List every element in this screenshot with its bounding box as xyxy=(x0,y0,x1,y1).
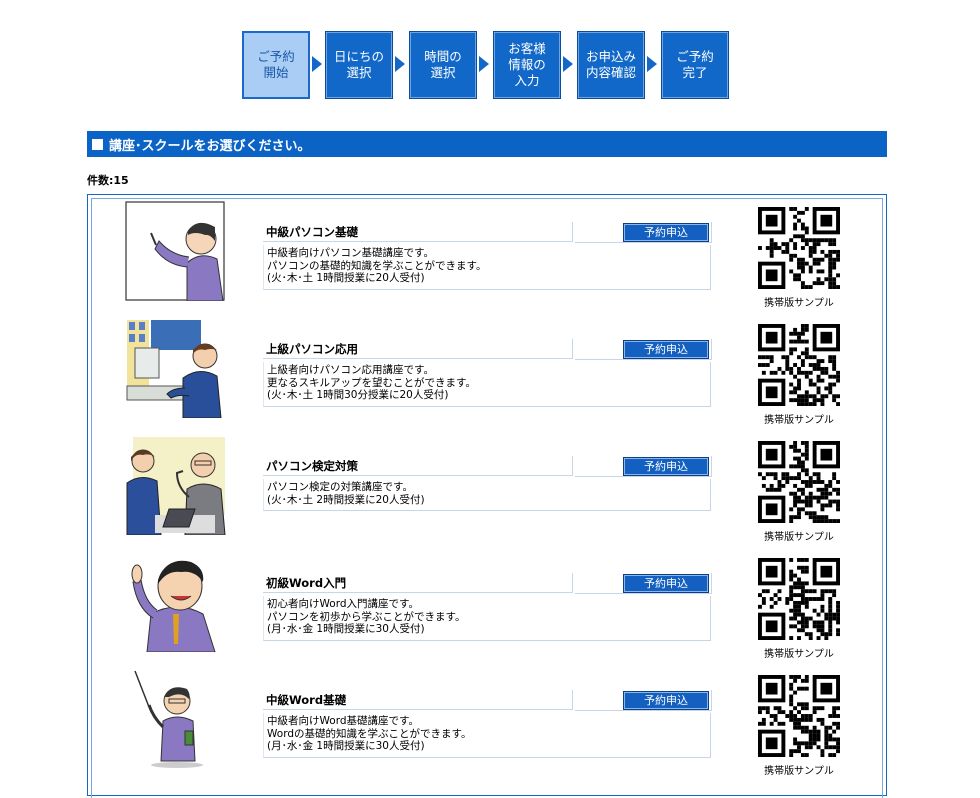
qr-label: 携帯版サンプル xyxy=(764,649,834,660)
list-item: 初級Word入門 予約申込 初心者向けWord入門講座です。 パソコンを初歩から… xyxy=(88,546,886,660)
qr-code-icon[interactable] xyxy=(758,675,840,757)
desc-line: (火･木･土 1時間授業に20人受付) xyxy=(267,272,425,284)
course-description: 中級者向けWord基礎講座です。 Wordの基礎的知識を学ぶことができます。 (… xyxy=(263,713,711,758)
desc-line: 上級者向けパソコン応用講座です。 xyxy=(267,364,434,376)
course-title: 中級Word基礎 xyxy=(263,690,573,710)
qr-code-icon[interactable] xyxy=(758,558,840,640)
qr-label: 携帯版サンプル xyxy=(764,766,834,777)
course-list: 中級パソコン基礎 予約申込 中級者向けパソコン基礎講座です。 パソコンの基礎的知… xyxy=(87,194,887,798)
course-title: 中級パソコン基礎 xyxy=(263,222,573,242)
instructor-pointing-up-image xyxy=(125,552,227,652)
step-arrow-icon xyxy=(479,56,489,72)
step-arrow-icon xyxy=(312,56,322,72)
step-arrow-icon xyxy=(395,56,405,72)
desc-line: (火･木･土 2時間授業に20人受付) xyxy=(267,493,425,506)
qr-label: 携帯版サンプル xyxy=(764,298,834,309)
reserve-button[interactable]: 予約申込 xyxy=(623,340,709,359)
course-description: 上級者向けパソコン応用講座です。 更なるスキルアップを望むことができます。 (火… xyxy=(263,362,711,407)
office-worker-at-computer-image xyxy=(125,318,227,418)
qr-code-icon[interactable] xyxy=(758,441,840,523)
list-item: 中級パソコン基礎 予約申込 中級者向けパソコン基礎講座です。 パソコンの基礎的知… xyxy=(88,195,886,309)
list-item: パソコン検定対策 予約申込 パソコン検定の対策講座です。 (火･木･土 2時間授… xyxy=(88,429,886,543)
reserve-button[interactable]: 予約申込 xyxy=(623,691,709,710)
course-title: パソコン検定対策 xyxy=(263,456,573,476)
desc-line: 中級者向けパソコン基礎講座です。 xyxy=(267,247,434,259)
course-info: 上級パソコン応用 予約申込 上級者向けパソコン応用講座です。 更なるスキルアップ… xyxy=(263,339,713,407)
reserve-button[interactable]: 予約申込 xyxy=(623,574,709,593)
list-item: 中級Word基礎 予約申込 中級者向けWord基礎講座です。 Wordの基礎的知… xyxy=(88,663,886,777)
qr-code-icon[interactable] xyxy=(758,324,840,406)
square-bullet-icon xyxy=(92,138,103,150)
desc-line: 初心者向けWord入門講座です。 xyxy=(267,598,419,610)
teacher-at-whiteboard-image xyxy=(125,201,225,301)
lecturer-with-pointer-image xyxy=(125,669,227,769)
qr-code-icon[interactable] xyxy=(758,207,840,289)
desc-line: (火･木･土 1時間30分授業に20人受付) xyxy=(267,389,449,401)
course-info: 初級Word入門 予約申込 初心者向けWord入門講座です。 パソコンを初歩から… xyxy=(263,573,713,641)
desc-line: パソコンを初歩から学ぶことができます。 xyxy=(267,610,466,623)
step-arrow-icon xyxy=(647,56,657,72)
desc-line: 更なるスキルアップを望むことができます。 xyxy=(267,376,476,389)
step-start: ご予約 開始 xyxy=(242,31,310,99)
course-description: パソコン検定の対策講座です。 (火･木･土 2時間授業に20人受付) xyxy=(263,479,711,511)
reserve-button[interactable]: 予約申込 xyxy=(623,457,709,476)
desc-line: (月･水･金 1時間授業に30人受付) xyxy=(267,740,425,752)
desc-line: Wordの基礎的知識を学ぶことができます。 xyxy=(267,727,472,740)
course-title: 上級パソコン応用 xyxy=(263,339,573,359)
course-description: 初心者向けWord入門講座です。 パソコンを初歩から学ぶことができます。 (月･… xyxy=(263,596,711,641)
result-count: 件数:15 xyxy=(87,174,129,187)
qr-label: 携帯版サンプル xyxy=(764,415,834,426)
section-title: 講座･スクールをお選びください。 xyxy=(109,138,311,154)
step-confirm: お申込み 内容確認 xyxy=(577,31,645,99)
list-item: 上級パソコン応用 予約申込 上級者向けパソコン応用講座です。 更なるスキルアップ… xyxy=(88,312,886,426)
step-arrow-icon xyxy=(563,56,573,72)
step-time: 時間の 選択 xyxy=(409,31,477,99)
step-date: 日にちの 選択 xyxy=(325,31,393,99)
step-complete: ご予約 完了 xyxy=(661,31,729,99)
course-title: 初級Word入門 xyxy=(263,573,573,593)
desc-line: 中級者向けWord基礎講座です。 xyxy=(267,715,419,727)
desc-line: (月･水･金 1時間授業に30人受付) xyxy=(267,623,425,635)
two-businesspeople-image xyxy=(125,435,227,535)
course-info: 中級パソコン基礎 予約申込 中級者向けパソコン基礎講座です。 パソコンの基礎的知… xyxy=(263,222,713,290)
step-customer-info: お客様 情報の 入力 xyxy=(493,31,561,99)
course-info: 中級Word基礎 予約申込 中級者向けWord基礎講座です。 Wordの基礎的知… xyxy=(263,690,713,758)
section-header: 講座･スクールをお選びください。 xyxy=(87,131,887,157)
course-description: 中級者向けパソコン基礎講座です。 パソコンの基礎的知識を学ぶことができます。 (… xyxy=(263,245,711,290)
desc-line: パソコン検定の対策講座です。 xyxy=(267,481,413,493)
qr-label: 携帯版サンプル xyxy=(764,532,834,543)
reserve-button[interactable]: 予約申込 xyxy=(623,223,709,242)
desc-line: パソコンの基礎的知識を学ぶことができます。 xyxy=(267,259,487,272)
course-info: パソコン検定対策 予約申込 パソコン検定の対策講座です。 (火･木･土 2時間授… xyxy=(263,456,713,511)
